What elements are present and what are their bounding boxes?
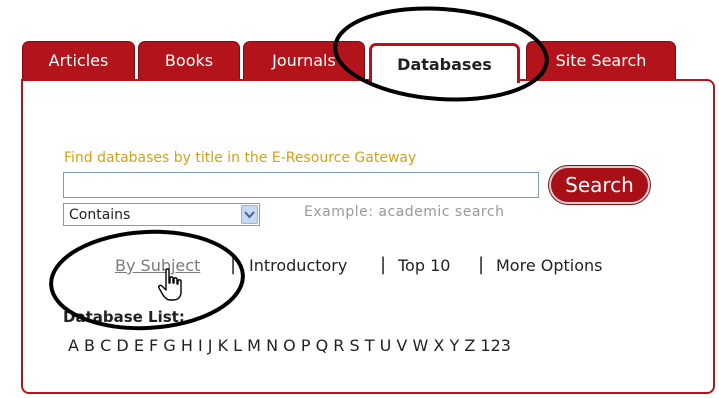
search-label: Find databases by title in the E-Resourc… bbox=[64, 150, 417, 166]
letter-link[interactable]: P bbox=[301, 336, 311, 355]
letter-link[interactable]: E bbox=[134, 336, 144, 355]
letter-link[interactable]: S bbox=[349, 336, 359, 355]
hand-pointer-cursor-icon bbox=[158, 268, 182, 301]
letter-link[interactable]: Q bbox=[316, 336, 329, 355]
database-search-input[interactable] bbox=[63, 172, 539, 198]
letter-link[interactable]: X bbox=[433, 336, 444, 355]
letter-link[interactable]: W bbox=[412, 336, 428, 355]
letter-link[interactable]: 123 bbox=[480, 336, 511, 355]
letter-link[interactable]: L bbox=[233, 336, 242, 355]
letter-link[interactable]: Z bbox=[464, 336, 475, 355]
letter-link[interactable]: Y bbox=[449, 336, 459, 355]
tab-databases[interactable]: Databases bbox=[369, 43, 520, 83]
letter-link[interactable]: J bbox=[208, 336, 213, 355]
more-options-link[interactable]: More Options bbox=[496, 256, 602, 275]
tab-databases-label: Databases bbox=[397, 55, 492, 74]
search-example-hint: Example: academic search bbox=[304, 204, 505, 220]
match-type-value: Contains bbox=[69, 207, 131, 223]
tab-books-label: Books bbox=[164, 51, 214, 70]
letter-link[interactable]: G bbox=[163, 336, 175, 355]
letter-link[interactable]: B bbox=[84, 336, 95, 355]
letter-link[interactable]: C bbox=[100, 336, 111, 355]
link-separator: | bbox=[380, 254, 387, 275]
letter-link[interactable]: N bbox=[266, 336, 278, 355]
tab-books[interactable]: Books bbox=[138, 41, 240, 79]
letter-link[interactable]: T bbox=[365, 336, 375, 355]
letter-link[interactable]: H bbox=[181, 336, 193, 355]
letter-link[interactable]: M bbox=[247, 336, 261, 355]
chevron-down-icon[interactable] bbox=[241, 205, 258, 224]
tab-articles[interactable]: Articles bbox=[22, 41, 135, 79]
letter-link[interactable]: O bbox=[283, 336, 296, 355]
alphabet-index: A B C D E F G H I J K L M N O P Q R S T … bbox=[68, 336, 516, 355]
tab-journals[interactable]: Journals bbox=[243, 41, 365, 79]
letter-link[interactable]: I bbox=[198, 336, 203, 355]
tab-journals-label: Journals bbox=[272, 51, 336, 70]
database-list-label: Database List: bbox=[63, 308, 185, 326]
letter-link[interactable]: R bbox=[333, 336, 344, 355]
match-type-select[interactable]: Contains bbox=[63, 203, 260, 226]
link-separator: | bbox=[230, 254, 237, 275]
tab-articles-label: Articles bbox=[48, 51, 109, 70]
letter-link[interactable]: V bbox=[396, 336, 407, 355]
tab-site-search-label: Site Search bbox=[555, 51, 647, 70]
letter-link[interactable]: F bbox=[149, 336, 158, 355]
top-10-link[interactable]: Top 10 bbox=[398, 256, 450, 275]
link-separator: | bbox=[478, 254, 485, 275]
letter-link[interactable]: A bbox=[68, 336, 79, 355]
letter-link[interactable]: D bbox=[116, 336, 128, 355]
introductory-link[interactable]: Introductory bbox=[249, 256, 347, 275]
tab-site-search[interactable]: Site Search bbox=[526, 41, 676, 79]
search-button[interactable]: Search bbox=[549, 166, 650, 204]
letter-link[interactable]: U bbox=[380, 336, 392, 355]
letter-link[interactable]: K bbox=[218, 336, 229, 355]
